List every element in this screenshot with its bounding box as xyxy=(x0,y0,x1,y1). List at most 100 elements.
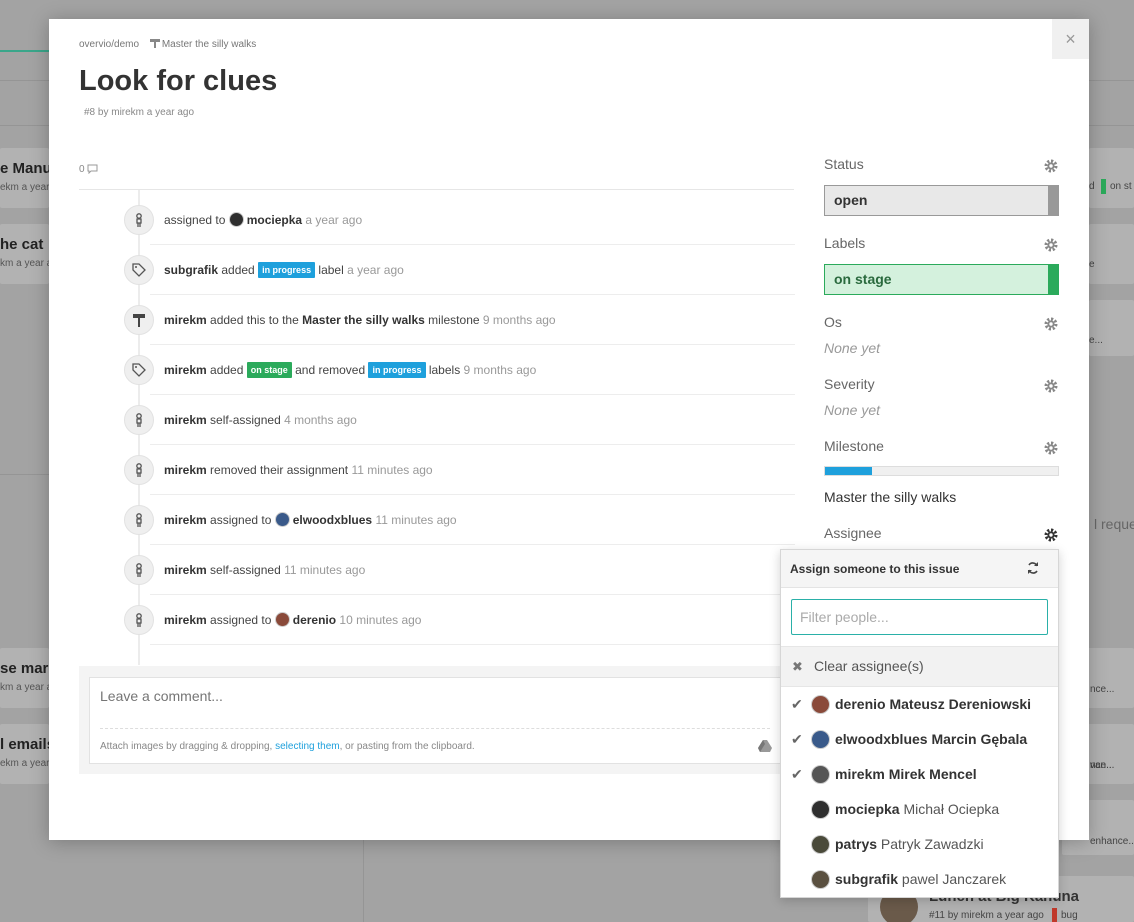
status-color-bar xyxy=(1048,186,1058,215)
comment-area: Attach images by dragging & dropping, se… xyxy=(79,666,794,774)
close-button[interactable]: × xyxy=(1052,19,1089,59)
select-files-link[interactable]: selecting them xyxy=(275,741,339,752)
background-card[interactable]: he cat km a year a xyxy=(0,224,49,284)
divider xyxy=(1089,80,1134,81)
divider xyxy=(1089,125,1134,126)
gear-icon[interactable] xyxy=(1043,316,1059,332)
dropdown-title: Assign someone to this issue xyxy=(790,562,960,576)
label-on-stage[interactable]: on stage xyxy=(824,264,1059,295)
tag-icon xyxy=(124,355,154,385)
dropdown-header: Assign someone to this issue xyxy=(781,550,1058,588)
person-login: derenio xyxy=(835,696,886,712)
user-link[interactable]: mirekm xyxy=(164,613,207,627)
severity-value: None yet xyxy=(824,402,881,418)
divider xyxy=(0,125,49,126)
person-login: mirekm xyxy=(835,766,885,782)
breadcrumb-milestone[interactable]: Master the silly walks xyxy=(149,39,264,50)
gear-icon[interactable] xyxy=(1043,158,1059,174)
assignee-heading: Assignee xyxy=(824,525,882,541)
card-label: bug xyxy=(1061,910,1078,921)
active-tab-underline xyxy=(0,50,49,52)
label-color-strip xyxy=(1101,179,1106,194)
gear-icon[interactable] xyxy=(1043,378,1059,394)
user-link[interactable]: mirekm xyxy=(164,463,207,477)
refresh-icon[interactable] xyxy=(1026,561,1040,575)
event-time: a year ago xyxy=(343,263,404,277)
timeline-event: subgrafik added in progress label a year… xyxy=(124,245,795,295)
event-text-part: milestone xyxy=(424,313,480,327)
filter-people-input[interactable] xyxy=(791,599,1048,635)
status-value[interactable]: open xyxy=(824,185,1059,216)
user-link[interactable]: mirekm xyxy=(164,563,207,577)
person-name: mociepka Michał Ociepka xyxy=(835,792,999,827)
timeline-event: mirekm assigned to elwoodxblues 11 minut… xyxy=(124,495,795,545)
background-text: l reques xyxy=(1094,516,1134,532)
user-link[interactable]: mirekm xyxy=(164,363,207,377)
timeline-event: assigned to mociepka a year ago xyxy=(124,195,795,245)
user-link[interactable]: subgrafik xyxy=(164,263,218,277)
divider xyxy=(150,644,795,645)
comment-input[interactable] xyxy=(100,688,770,704)
milestone-icon xyxy=(124,305,154,335)
attach-hint: Attach images by dragging & dropping, se… xyxy=(100,741,475,752)
avatar xyxy=(811,765,830,784)
person-name: derenio Mateusz Dereniowski xyxy=(835,687,1031,722)
check-icon: ✔ xyxy=(791,766,803,782)
user-link[interactable]: mirekm xyxy=(164,513,207,527)
google-drive-icon[interactable] xyxy=(758,740,772,752)
label-badge[interactable]: in progress xyxy=(368,362,426,378)
label-color-bar xyxy=(1048,265,1058,294)
card-meta: km a year a xyxy=(0,682,49,693)
event-text: mirekm assigned to derenio 10 minutes ag… xyxy=(164,595,421,645)
label-badge[interactable]: on stage xyxy=(246,362,292,378)
person-option-subgrafik[interactable]: subgrafik pawel Janczarek xyxy=(781,862,1058,897)
background-card[interactable]: e xyxy=(1089,224,1134,284)
assignee-dropdown: Assign someone to this issue ✖ Clear assi… xyxy=(780,549,1059,898)
user-link[interactable]: elwoodxblues xyxy=(293,513,372,527)
user-link[interactable]: mirekm xyxy=(164,413,207,427)
gear-icon[interactable] xyxy=(1043,440,1059,456)
clear-assignees-button[interactable]: ✖ Clear assignee(s) xyxy=(781,646,1058,687)
event-text: mirekm added this to the Master the sill… xyxy=(164,295,556,345)
user-link[interactable]: mirekm xyxy=(164,313,207,327)
breadcrumb-repo[interactable]: overvio/demo xyxy=(79,39,139,50)
user-link[interactable]: Master the silly walks xyxy=(302,313,425,327)
card-meta: e... xyxy=(1089,335,1103,346)
gear-icon[interactable] xyxy=(1043,527,1059,543)
os-value: None yet xyxy=(824,340,881,356)
card-meta: van... xyxy=(1090,760,1115,771)
background-card[interactable]: l emails ekm a year xyxy=(0,724,49,784)
background-card[interactable]: d on st xyxy=(1089,148,1134,208)
event-time: 9 months ago xyxy=(479,313,556,327)
gear-icon[interactable] xyxy=(1043,237,1059,253)
person-full-name: Marcin Gębala xyxy=(927,731,1028,747)
label-badge[interactable]: in progress xyxy=(258,262,316,278)
card-title: he cat xyxy=(0,236,44,253)
background-card[interactable]: se marke km a year a xyxy=(0,648,49,708)
background-card[interactable]: e... xyxy=(1089,300,1134,356)
person-option-mociepka[interactable]: mociepka Michał Ociepka xyxy=(781,792,1058,827)
milestone-progress-bar xyxy=(824,466,1059,476)
timeline-event: mirekm assigned to derenio 10 minutes ag… xyxy=(124,595,795,645)
divider xyxy=(363,840,364,922)
status-value-text: open xyxy=(834,192,868,208)
person-option-mirekm[interactable]: ✔ mirekm Mirek Mencel xyxy=(781,757,1058,792)
comment-count[interactable]: 0 xyxy=(79,164,98,175)
person-name: subgrafik pawel Janczarek xyxy=(835,862,1006,897)
person-icon xyxy=(124,605,154,635)
event-text-part: label xyxy=(315,263,344,277)
user-link[interactable]: mociepka xyxy=(247,213,302,227)
person-option-derenio[interactable]: ✔ derenio Mateusz Dereniowski xyxy=(781,687,1058,722)
timeline-event: mirekm added on stage and removed in pro… xyxy=(124,345,795,395)
event-time: 11 minutes ago xyxy=(348,463,433,477)
user-link[interactable]: derenio xyxy=(293,613,336,627)
person-option-patrys[interactable]: patrys Patryk Zawadzki xyxy=(781,827,1058,862)
person-icon xyxy=(124,455,154,485)
event-time: 11 minutes ago xyxy=(280,563,366,577)
milestone-name[interactable]: Master the silly walks xyxy=(824,489,956,505)
person-option-elwoodxblues[interactable]: ✔ elwoodxblues Marcin Gębala xyxy=(781,722,1058,757)
background-card[interactable]: e Manue ekm a year xyxy=(0,148,49,208)
event-time: 4 months ago xyxy=(280,413,357,427)
card-meta: d xyxy=(1089,181,1095,192)
card-meta: ekm a year xyxy=(0,182,49,193)
